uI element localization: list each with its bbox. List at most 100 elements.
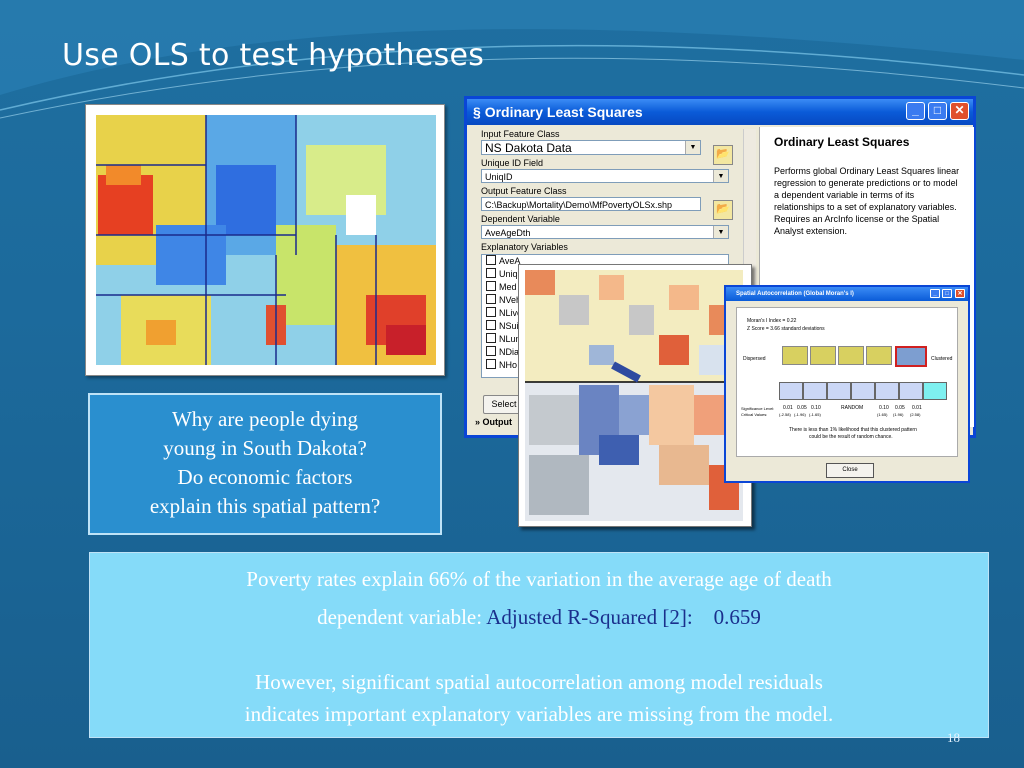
south-dakota-map-image — [518, 264, 752, 527]
question-line: Why are people dying — [171, 407, 359, 431]
variable-name: Uniq — [499, 269, 518, 279]
explanatory-variables-label: Explanatory Variables — [481, 242, 568, 252]
checkbox[interactable] — [486, 346, 496, 356]
significance-value: RANDOM — [841, 405, 864, 411]
question-line: young in South Dakota? — [163, 436, 367, 460]
ols-title-bar[interactable]: § Ordinary Least Squares _ □ ✕ — [467, 99, 973, 125]
sa-result-panel: Moran's I Index = 0.22 Z Score = 3.66 st… — [736, 307, 958, 457]
chevron-down-icon[interactable]: ▼ — [713, 170, 728, 182]
output-feature-class-label: Output Feature Class — [481, 186, 567, 196]
variable-name: NHo — [499, 360, 518, 370]
significance-bar-segment-active — [923, 382, 947, 400]
findings-line: indicates important explanatory variable… — [244, 702, 834, 726]
close-button[interactable]: ✕ — [950, 102, 969, 120]
question-line: Do economic factors — [177, 465, 353, 489]
folder-open-icon[interactable]: 📂 — [713, 200, 733, 220]
conclusion-line: could be the result of random chance. — [809, 434, 893, 440]
checkbox[interactable] — [486, 333, 496, 343]
chevron-down-icon[interactable]: ▼ — [685, 141, 700, 154]
folder-open-icon[interactable]: 📂 — [713, 145, 733, 165]
morans-index: Moran's I Index = 0.22 — [747, 318, 797, 324]
significance-bar-segment — [875, 382, 899, 400]
ols-parameters: Input Feature Class NS Dakota Data ▼ Uni… — [481, 129, 731, 253]
pattern-thumbnail-selected — [895, 346, 927, 367]
adjusted-r-squared: Adjusted R-Squared [2]: 0.659 — [486, 605, 761, 629]
critical-value: (-1.96) — [794, 412, 806, 417]
pattern-thumbnail — [782, 346, 808, 365]
input-feature-class-value: NS Dakota Data — [485, 141, 572, 155]
critical-value: (-2.58) — [779, 412, 791, 417]
chevron-double-down-icon: » — [475, 417, 483, 427]
critical-value: (1.65) — [877, 412, 888, 417]
conclusion-line: There is less than 1% likelihood that th… — [789, 427, 917, 433]
critical-value: (-1.65) — [809, 412, 821, 417]
checkbox[interactable] — [486, 268, 496, 278]
help-text: Performs global Ordinary Least Squares l… — [774, 166, 960, 236]
slide-title: Use OLS to test hypotheses — [62, 38, 485, 73]
question-line: explain this spatial pattern? — [149, 494, 381, 518]
z-score: Z Score = 3.66 standard deviations — [747, 326, 825, 332]
findings-line: However, significant spatial autocorrela… — [255, 670, 823, 694]
findings-line: Poverty rates explain 66% of the variati… — [246, 567, 832, 591]
tool-icon: § — [473, 104, 485, 120]
unique-id-value: UniqID — [485, 172, 513, 182]
checkbox[interactable] — [486, 281, 496, 291]
variable-name: NSui — [499, 321, 519, 331]
midwest-map-image — [85, 104, 445, 376]
output-label: Output — [482, 417, 513, 427]
critical-value: (2.58) — [910, 412, 921, 417]
checkbox[interactable] — [486, 255, 496, 265]
pattern-thumbnail — [866, 346, 892, 365]
checkbox[interactable] — [486, 359, 496, 369]
variable-name: Med — [499, 282, 517, 292]
checkbox[interactable] — [486, 294, 496, 304]
page-number: 18 — [947, 730, 960, 745]
checkbox[interactable] — [486, 320, 496, 330]
sa-window-title: Spatial Autocorrelation (Global Moran's … — [736, 291, 854, 297]
minimize-button[interactable]: _ — [930, 289, 940, 298]
variable-name: NDia — [499, 347, 520, 357]
significance-bar-segment — [779, 382, 803, 400]
ols-window-title: Ordinary Least Squares — [484, 104, 643, 120]
dispersed-label: Dispersed — [743, 356, 766, 362]
input-feature-class-label: Input Feature Class — [481, 129, 560, 139]
unique-id-select[interactable]: UniqID ▼ — [481, 169, 729, 183]
significance-bar-segment — [803, 382, 827, 400]
findings-line: dependent variable: Adjusted R-Squared [… — [90, 605, 988, 630]
significance-bar-segment — [827, 382, 851, 400]
unique-id-label: Unique ID Field — [481, 158, 544, 168]
question-box: Why are people dying young in South Dako… — [88, 393, 442, 535]
chevron-down-icon[interactable]: ▼ — [713, 226, 728, 238]
pattern-thumbnail — [810, 346, 836, 365]
pattern-thumbnail — [838, 346, 864, 365]
minimize-button[interactable]: _ — [906, 102, 925, 120]
significance-value: 0.01 — [912, 405, 922, 411]
output-feature-class-input[interactable]: C:\Backup\Mortality\Demo\MfPovertyOLSx.s… — [481, 197, 701, 211]
dependent-variable-label: Dependent Variable — [481, 214, 560, 224]
significance-value: 0.10 — [879, 405, 889, 411]
output-section-toggle[interactable]: » Output — [475, 417, 512, 427]
dependent-variable-value: AveAgeDth — [485, 228, 531, 238]
sa-close-button[interactable]: Close — [826, 463, 874, 478]
significance-bar-segment — [899, 382, 923, 400]
output-feature-class-value: C:\Backup\Mortality\Demo\MfPovertyOLSx.s… — [485, 200, 673, 210]
checkbox[interactable] — [486, 307, 496, 317]
critical-values-label: Critical Values: — [741, 412, 768, 417]
findings-box: Poverty rates explain 66% of the variati… — [89, 552, 989, 738]
clustered-label: Clustered — [931, 356, 953, 362]
findings-prefix: dependent variable: — [317, 605, 483, 629]
spatial-autocorrelation-window: Spatial Autocorrelation (Global Moran's … — [724, 285, 970, 483]
help-title: Ordinary Least Squares — [774, 135, 910, 149]
dependent-variable-select[interactable]: AveAgeDth ▼ — [481, 225, 729, 239]
sa-title-bar[interactable]: Spatial Autocorrelation (Global Moran's … — [726, 287, 968, 301]
input-feature-class-select[interactable]: NS Dakota Data ▼ — [481, 140, 701, 155]
significance-value: 0.10 — [811, 405, 821, 411]
maximize-button[interactable]: □ — [928, 102, 947, 120]
significance-value: 0.05 — [895, 405, 905, 411]
critical-value: (1.96) — [893, 412, 904, 417]
significance-bar-segment — [851, 382, 875, 400]
significance-value: 0.01 — [783, 405, 793, 411]
close-button[interactable]: ✕ — [955, 289, 965, 298]
maximize-button[interactable]: □ — [942, 289, 952, 298]
significance-value: 0.05 — [797, 405, 807, 411]
